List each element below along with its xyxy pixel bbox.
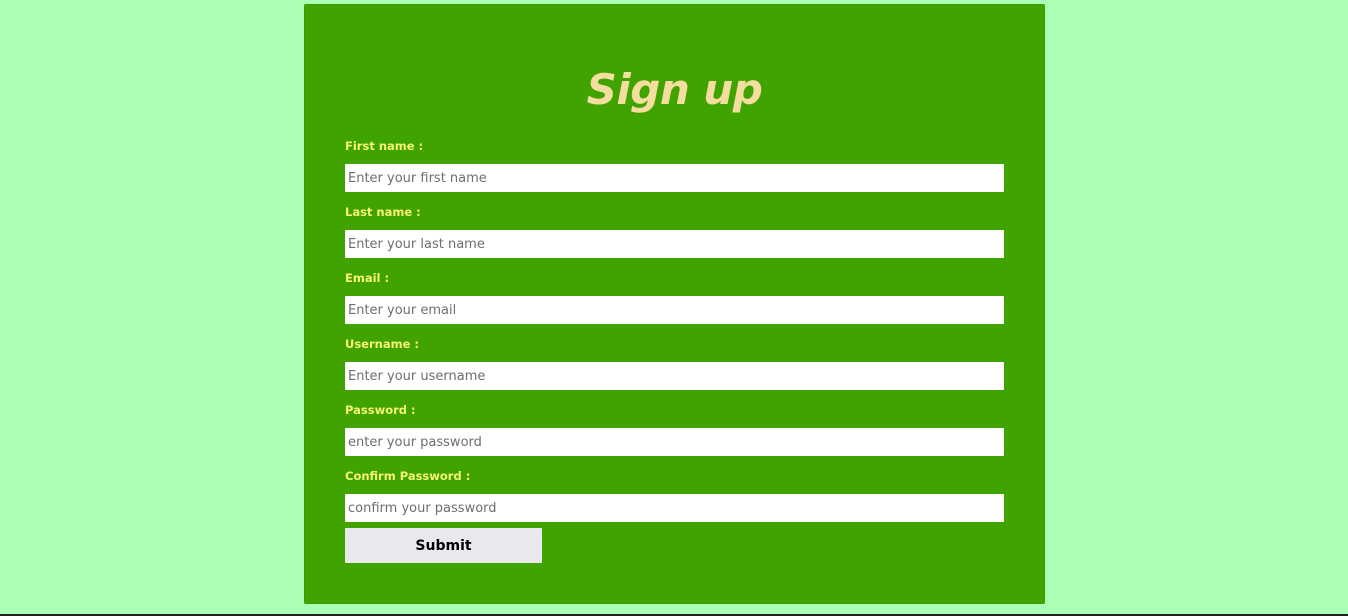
first-name-field: First name :	[345, 138, 1005, 201]
email-label: Email :	[345, 271, 390, 285]
first-name-input[interactable]	[345, 164, 1004, 192]
password-field: Password :	[345, 402, 1005, 465]
username-field: Username :	[345, 336, 1005, 399]
password-label: Password :	[345, 403, 416, 417]
confirm-password-field: Confirm Password :	[345, 468, 1005, 531]
first-name-label: First name :	[345, 139, 424, 153]
submit-button[interactable]: Submit	[345, 528, 542, 563]
signup-form: First name : Last name : Email : Usernam…	[345, 135, 1005, 531]
confirm-password-input[interactable]	[345, 494, 1004, 522]
email-field: Email :	[345, 270, 1005, 333]
confirm-password-label: Confirm Password :	[345, 469, 471, 483]
signup-card: Sign up First name : Last name : Email :…	[304, 4, 1045, 604]
username-input[interactable]	[345, 362, 1004, 390]
last-name-input[interactable]	[345, 230, 1004, 258]
email-input[interactable]	[345, 296, 1004, 324]
form-title: Sign up	[586, 65, 763, 114]
last-name-field: Last name :	[345, 204, 1005, 267]
password-input[interactable]	[345, 428, 1004, 456]
username-label: Username :	[345, 337, 419, 351]
last-name-label: Last name :	[345, 205, 421, 219]
